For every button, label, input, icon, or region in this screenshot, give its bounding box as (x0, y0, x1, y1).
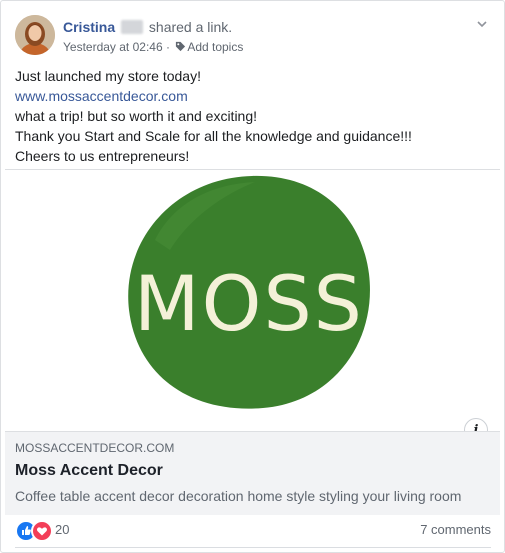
post-line: Thank you Start and Scale for all the kn… (15, 128, 412, 144)
link-title[interactable]: Moss Accent Decor (15, 460, 490, 482)
link-preview-image[interactable]: MOSS (5, 170, 500, 431)
add-topics-link[interactable]: Add topics (187, 40, 243, 54)
love-reaction-icon (31, 520, 53, 542)
post-header: Cristina shared a link. Yesterday at 02:… (15, 15, 491, 59)
post-line: Cheers to us entrepreneurs! (15, 148, 190, 164)
author-action: shared a link. (148, 19, 233, 35)
logo-text: MOSS (134, 259, 364, 348)
redacted-surname (121, 20, 144, 34)
comments-count[interactable]: 7 comments (420, 522, 491, 537)
link-preview-meta[interactable]: MOSSACCENTDECOR.COM Moss Accent Decor Co… (5, 431, 500, 515)
post-link[interactable]: www.mossaccentdecor.com (15, 86, 495, 106)
post-line: Just launched my store today! (15, 68, 201, 84)
author-name[interactable]: Cristina (63, 19, 115, 35)
reaction-count[interactable]: 20 (55, 522, 69, 537)
post-line: what a trip! but so worth it and excitin… (15, 108, 258, 124)
moss-logo: MOSS (128, 175, 370, 409)
link-domain: MOSSACCENTDECOR.COM (15, 441, 175, 455)
divider (15, 547, 491, 548)
tag-icon (175, 41, 186, 55)
post-options-chevron-down-icon[interactable] (475, 17, 489, 31)
feed-post: Cristina shared a link. Yesterday at 02:… (0, 0, 505, 553)
reaction-icons[interactable] (15, 519, 53, 542)
meta-separator: · (162, 40, 174, 54)
post-body: Just launched my store today! www.mossac… (15, 66, 495, 166)
link-preview-card[interactable]: MOSS i MOSSACCENTDECOR.COM Moss Accent D… (5, 169, 500, 515)
post-timestamp[interactable]: Yesterday at 02:46 (63, 40, 163, 54)
author-line: Cristina shared a link. (63, 19, 232, 35)
reactions-bar: 20 7 comments (15, 519, 491, 542)
author-avatar[interactable] (15, 15, 55, 55)
link-description: Coffee table accent decor decoration hom… (15, 488, 462, 504)
post-meta: Yesterday at 02:46 · Add topics (63, 40, 243, 55)
